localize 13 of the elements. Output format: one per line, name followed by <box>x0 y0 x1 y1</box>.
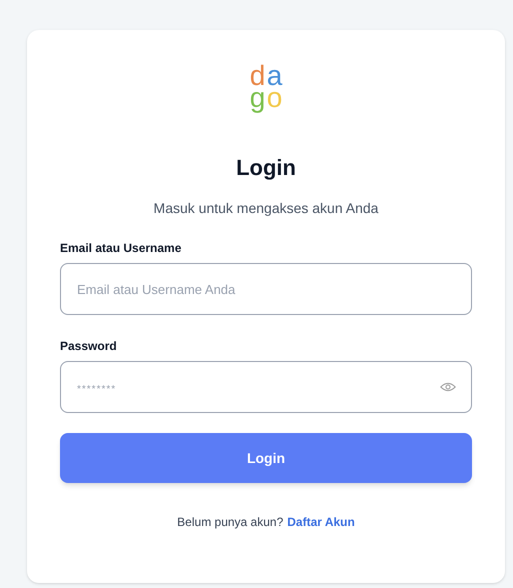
email-field[interactable]: Email atau Username Anda <box>60 263 472 315</box>
subtitle: Masuk untuk mengakses akun Anda <box>154 199 378 218</box>
field-label: Email atau Username <box>60 240 182 257</box>
field-label: Password <box>60 338 118 355</box>
logo-letter: d <box>249 65 266 87</box>
eye-icon[interactable] <box>440 382 456 392</box>
password-field[interactable]: ******** <box>60 361 472 413</box>
logo-letter: a <box>266 65 283 87</box>
logo-letter: o <box>266 87 283 109</box>
login-button[interactable]: Login <box>60 433 472 483</box>
page-title: Login <box>236 154 296 182</box>
signup-prompt: Belum punya akun? <box>177 514 284 531</box>
signup-link[interactable]: Daftar Akun <box>287 513 355 531</box>
